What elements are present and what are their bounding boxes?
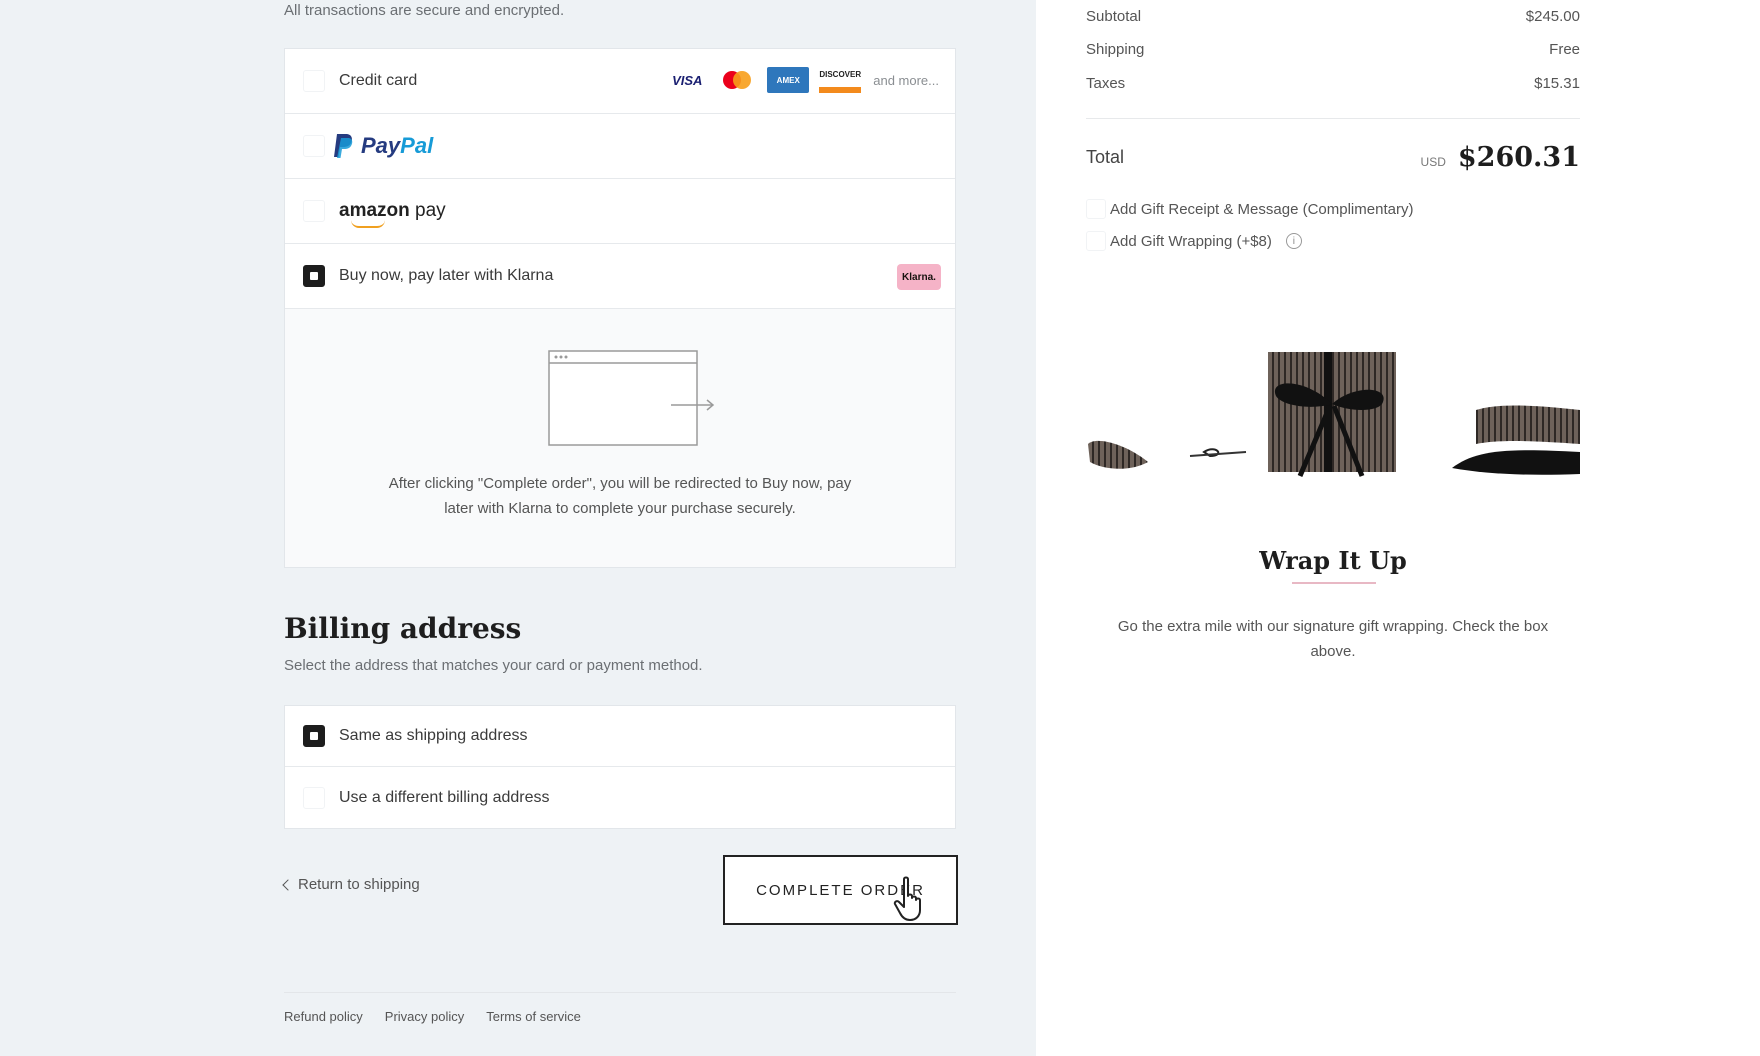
promo-text: Go the extra mile with our signature gif… [1117,618,1549,660]
promo-underline [1292,582,1376,584]
klarna-radio[interactable] [303,265,325,287]
klarna-redirect-info: After clicking "Complete order", you wil… [285,309,955,567]
footer-divider [284,992,956,993]
footer-links: Refund policy Privacy policy Terms of se… [284,1009,581,1024]
billing-option-different[interactable]: Use a different billing address [285,767,955,828]
currency-label: USD [1420,155,1446,169]
info-icon[interactable]: i [1285,233,1302,249]
klarna-label: Buy now, pay later with Klarna [339,267,554,284]
different-address-radio[interactable] [303,786,325,809]
redirect-text: After clicking "Complete order", you wil… [388,475,852,517]
payment-option-klarna[interactable]: Buy now, pay later with Klarna Klarna. [285,244,955,309]
privacy-policy-link[interactable]: Privacy policy [385,1009,464,1024]
amazon-pay-logo: amazon pay [339,200,446,228]
paypal-text-pay: Pay [361,133,401,158]
total-label: Total [1086,147,1125,167]
refund-policy-link[interactable]: Refund policy [284,1009,363,1024]
shipping-label: Shipping [1086,41,1145,58]
paypal-text-pal: Pal [400,133,434,158]
return-to-shipping-link[interactable]: Return to shipping [282,876,420,893]
payment-methods: Credit card VISA AMEX DISCOVER and more.… [284,48,956,568]
gift-wrap-option[interactable]: Add Gift Wrapping (+$8) i [1086,231,1302,251]
billing-title: Billing address [284,612,522,645]
billing-options: Same as shipping address Use a different… [284,705,956,829]
gift-wrap-checkbox[interactable] [1086,231,1106,251]
taxes-label: Taxes [1086,75,1126,92]
secure-note: All transactions are secure and encrypte… [284,2,565,19]
klarna-icon: Klarna. [897,264,941,290]
shipping-row: Shipping Free [1086,41,1580,58]
billing-option-same[interactable]: Same as shipping address [285,706,955,767]
payment-option-credit-card[interactable]: Credit card VISA AMEX DISCOVER and more.… [285,49,955,114]
cards-more-text: and more... [873,72,939,88]
order-summary: Subtotal $245.00 Shipping Free Taxes $15… [1036,0,1760,1056]
hand-cursor-icon [893,876,921,921]
mastercard-icon [717,67,757,93]
amazon-pay-text: pay [409,200,446,221]
chevron-left-icon [282,878,294,891]
amazon-text: amazon [339,200,410,221]
paypal-logo: PayPal [333,133,433,159]
browser-redirect-icon [548,350,715,446]
gift-receipt-checkbox[interactable] [1086,199,1106,219]
checkout-main: All transactions are secure and encrypte… [0,0,1036,1056]
visa-icon: VISA [672,72,703,88]
same-address-label: Same as shipping address [339,727,528,744]
total-value: $260.31 [1457,142,1580,173]
credit-card-label: Credit card [339,72,418,89]
gift-receipt-label: Add Gift Receipt & Message (Complimentar… [1110,200,1414,218]
payment-option-amazon-pay[interactable]: amazon pay [285,179,955,244]
amex-icon: AMEX [767,67,810,93]
taxes-row: Taxes $15.31 [1086,75,1580,92]
amazon-smile-icon [351,220,385,228]
total-amount: USD $260.31 [1421,142,1580,173]
summary-divider [1086,118,1580,119]
card-logos: VISA AMEX DISCOVER and more... [667,67,939,93]
subtotal-label: Subtotal [1086,8,1142,25]
amazon-pay-radio[interactable] [303,200,325,222]
return-label: Return to shipping [298,876,420,893]
subtotal-value: $245.00 [1525,8,1580,25]
terms-of-service-link[interactable]: Terms of service [486,1009,581,1024]
billing-subtitle: Select the address that matches your car… [284,657,703,674]
gift-wrap-label: Add Gift Wrapping (+$8) [1110,232,1272,250]
paypal-icon [334,134,353,158]
subtotal-row: Subtotal $245.00 [1086,8,1580,25]
discover-icon: DISCOVER [819,67,862,93]
paypal-radio[interactable] [303,135,325,157]
taxes-value: $15.31 [1534,75,1580,92]
gift-receipt-option[interactable]: Add Gift Receipt & Message (Complimentar… [1086,199,1413,219]
credit-card-radio[interactable] [303,70,325,92]
different-address-label: Use a different billing address [339,788,550,806]
same-address-radio[interactable] [303,725,325,747]
gift-wrapping-image [1088,352,1580,477]
promo-title: Wrap It Up [1259,546,1407,575]
payment-option-paypal[interactable]: PayPal [285,114,955,179]
shipping-value: Free [1549,41,1580,58]
